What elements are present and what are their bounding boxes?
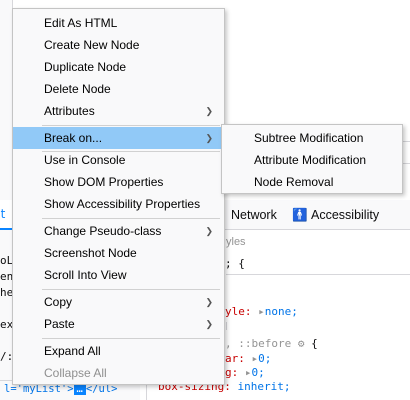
menu-item-show-dom-properties[interactable]: Show DOM Properties: [13, 171, 224, 193]
menu-item-show-accessibility-properties[interactable]: Show Accessibility Properties: [13, 193, 224, 215]
tab-network-label: Network: [231, 208, 277, 222]
menu-item-attributes[interactable]: Attributes ❯: [13, 100, 224, 122]
tab-accessibility[interactable]: 🚹 Accessibility: [292, 200, 379, 230]
menu-item-scroll-into-view[interactable]: Scroll Into View: [13, 264, 224, 286]
chevron-right-icon: ❯: [205, 226, 213, 236]
menu-item-label: Create New Node: [44, 38, 140, 52]
submenu-item-node-removal[interactable]: Node Removal: [222, 171, 402, 193]
menu-item-label: Attributes: [44, 104, 95, 118]
submenu-item-label: Node Removal: [254, 175, 334, 189]
menu-separator: [42, 218, 220, 219]
property-name: ar:: [225, 352, 245, 365]
rule-selector: , ::before ⚙ {: [225, 337, 318, 350]
property-value[interactable]: inherit;: [237, 380, 290, 393]
menu-item-label: Screenshot Node: [44, 246, 137, 260]
menu-item-label: Expand All: [44, 344, 101, 358]
accessibility-icon: 🚹: [292, 208, 308, 222]
menu-item-label: Delete Node: [44, 82, 111, 96]
submenu-item-subtree-modification[interactable]: Subtree Modification: [222, 127, 402, 149]
menu-item-expand-all[interactable]: Expand All: [13, 340, 224, 362]
menu-item-label: Copy: [44, 295, 73, 309]
menu-item-label: Show DOM Properties: [44, 175, 164, 189]
menu-item-label: Edit As HTML: [44, 16, 118, 30]
styles-header: yles: [226, 236, 246, 248]
menu-separator: [42, 125, 220, 126]
chevron-right-icon: ❯: [205, 133, 213, 143]
menu-item-create-new-node[interactable]: Create New Node: [13, 34, 224, 56]
property-value[interactable]: 0;: [258, 352, 271, 365]
menu-item-label: Duplicate Node: [44, 60, 127, 74]
menu-separator: [42, 289, 220, 290]
expand-triangle-icon[interactable]: ▸: [245, 366, 252, 379]
menu-item-label: Use in Console: [44, 153, 126, 167]
row-divider: [403, 141, 410, 142]
expand-triangle-icon[interactable]: ▸: [258, 305, 265, 318]
rule-brace: ; {: [225, 257, 245, 270]
menu-item-copy[interactable]: Copy ❯: [13, 291, 224, 313]
rule-divider: [226, 322, 227, 330]
rule-line: yle: ▸none;: [225, 305, 298, 318]
menu-item-edit-as-html[interactable]: Edit As HTML: [13, 12, 224, 34]
menu-item-use-in-console[interactable]: Use in Console: [13, 149, 224, 171]
rule-line: ar: ▸0;: [225, 352, 271, 365]
menu-item-label: Scroll Into View: [44, 268, 127, 282]
property-value[interactable]: 0;: [252, 366, 265, 379]
rule-divider: [226, 274, 410, 275]
menu-separator: [42, 338, 220, 339]
property-name: yle:: [225, 305, 252, 318]
submenu-item-attribute-modification[interactable]: Attribute Modification: [222, 149, 402, 171]
menu-item-delete-node[interactable]: Delete Node: [13, 78, 224, 100]
pseudo-selector: , ::before: [225, 337, 292, 350]
menu-item-change-pseudo-class[interactable]: Change Pseudo-class ❯: [13, 220, 224, 242]
menu-item-duplicate-node[interactable]: Duplicate Node: [13, 56, 224, 78]
chevron-right-icon: ❯: [205, 319, 213, 329]
menu-item-label: Change Pseudo-class: [44, 224, 162, 238]
row-divider: [403, 163, 410, 164]
tab-selected-left-label: ct: [0, 207, 6, 221]
submenu-item-label: Attribute Modification: [254, 153, 367, 167]
gear-icon[interactable]: ⚙: [298, 337, 305, 350]
menu-item-screenshot-node[interactable]: Screenshot Node: [13, 242, 224, 264]
menu-item-collapse-all: Collapse All: [13, 362, 224, 384]
menu-item-paste[interactable]: Paste ❯: [13, 313, 224, 335]
menu-item-label: Paste: [44, 317, 75, 331]
context-menu: Edit As HTML Create New Node Duplicate N…: [12, 8, 225, 385]
chevron-right-icon: ❯: [205, 106, 213, 116]
tab-network[interactable]: Network: [231, 200, 277, 230]
rule-brace: {: [311, 337, 318, 350]
rule-line: g: ▸0;: [225, 366, 265, 379]
tab-accessibility-label: Accessibility: [311, 208, 380, 222]
submenu-item-label: Subtree Modification: [254, 131, 364, 145]
menu-item-label: Show Accessibility Properties: [44, 197, 201, 211]
property-value[interactable]: none;: [265, 305, 298, 318]
menu-item-label: Collapse All: [44, 366, 107, 380]
menu-item-label: Break on...: [44, 131, 103, 145]
break-on-submenu: Subtree Modification Attribute Modificat…: [221, 124, 403, 194]
menu-item-break-on[interactable]: Break on... ❯: [13, 127, 224, 149]
chevron-right-icon: ❯: [205, 297, 213, 307]
